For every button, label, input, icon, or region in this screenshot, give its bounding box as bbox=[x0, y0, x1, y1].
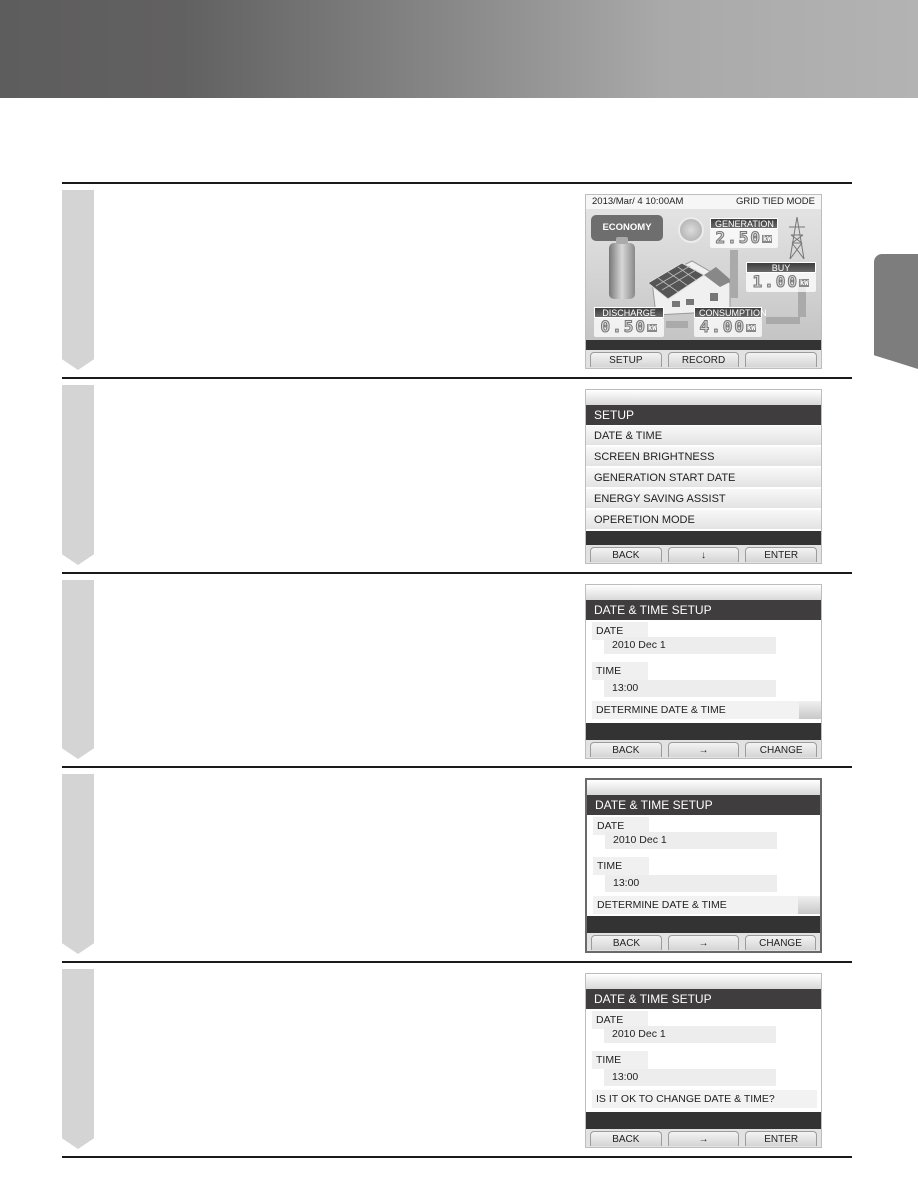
section-divider bbox=[62, 572, 852, 574]
menu-item-date-time[interactable]: DATE & TIME bbox=[586, 426, 821, 446]
consumption-unit: kW bbox=[746, 323, 757, 332]
home-screen: 2013/Mar/ 4 10:00AM GRID TIED MODE ECONO… bbox=[585, 194, 822, 369]
status-bar: 2013/Mar/ 4 10:00AM GRID TIED MODE bbox=[586, 195, 821, 209]
confirm-message: IS IT OK TO CHANGE DATE & TIME? bbox=[592, 1090, 817, 1108]
generation-number: 2.50 bbox=[715, 228, 763, 247]
section-divider bbox=[62, 377, 852, 379]
status-strip bbox=[586, 531, 821, 545]
screen-title: SETUP bbox=[586, 405, 821, 425]
discharge-value: 0.50kW bbox=[594, 317, 664, 337]
generation-unit: kW bbox=[762, 234, 773, 243]
back-softkey[interactable]: BACK bbox=[590, 547, 662, 562]
softkey-bar: BACK → CHANGE bbox=[587, 933, 820, 951]
section-divider bbox=[62, 766, 852, 768]
screen-top-gradient bbox=[586, 390, 821, 405]
menu-item-screen-brightness[interactable]: SCREEN BRIGHTNESS bbox=[586, 447, 821, 467]
buy-value: 1.00kW bbox=[746, 272, 816, 292]
power-tower-icon bbox=[789, 217, 805, 259]
step-marker-2 bbox=[62, 385, 94, 565]
time-field[interactable]: 13:00 bbox=[604, 680, 776, 697]
time-field[interactable]: 13:00 bbox=[605, 875, 777, 892]
status-mode: GRID TIED MODE bbox=[736, 196, 815, 207]
date-time-setup-screen: DATE & TIME SETUP DATE 2010 Dec 1 TIME 1… bbox=[585, 778, 822, 953]
screen-top-gradient bbox=[586, 585, 821, 600]
enter-softkey[interactable]: ENTER bbox=[745, 1131, 818, 1146]
section-divider bbox=[62, 182, 852, 184]
time-label: TIME bbox=[593, 857, 649, 875]
status-strip bbox=[587, 916, 820, 933]
date-time-setup-screen: DATE & TIME SETUP DATE 2010 Dec 1 TIME 1… bbox=[585, 584, 822, 759]
record-softkey[interactable]: RECORD bbox=[667, 352, 740, 367]
screen-top-gradient bbox=[587, 780, 820, 795]
buy-unit: kW bbox=[799, 278, 810, 287]
date-field[interactable]: 2010 Dec 1 bbox=[604, 1026, 776, 1043]
softkey-bar: SETUP RECORD bbox=[586, 350, 821, 368]
discharge-flow-arrow bbox=[666, 321, 688, 328]
setup-menu-screen: SETUP DATE & TIME SCREEN BRIGHTNESS GENE… bbox=[585, 389, 822, 564]
time-field[interactable]: 13:00 bbox=[604, 1069, 776, 1086]
time-label: TIME bbox=[592, 662, 648, 680]
status-strip bbox=[586, 1112, 821, 1129]
consumption-value: 4.00kW bbox=[694, 317, 762, 337]
row-shade bbox=[798, 896, 820, 914]
generation-flow-arrow bbox=[730, 250, 738, 298]
status-strip bbox=[586, 723, 821, 740]
step-marker-5 bbox=[62, 969, 94, 1149]
header-band bbox=[0, 0, 918, 98]
discharge-unit: kW bbox=[647, 323, 658, 332]
time-label: TIME bbox=[592, 1051, 648, 1069]
house-icon bbox=[647, 260, 732, 315]
step-marker-1 bbox=[62, 190, 94, 370]
row-shade bbox=[799, 701, 821, 719]
generation-meter: GENERATION 2.50kW bbox=[710, 218, 778, 248]
consumption-meter: CONSUMPTION 4.00kW bbox=[694, 307, 767, 337]
blank-softkey[interactable] bbox=[745, 352, 818, 367]
change-softkey[interactable]: CHANGE bbox=[745, 742, 818, 757]
generation-value: 2.50kW bbox=[710, 228, 778, 248]
discharge-number: 0.50 bbox=[600, 317, 648, 336]
softkey-bar: BACK → CHANGE bbox=[586, 740, 821, 758]
menu-item-generation-start-date[interactable]: GENERATION START DATE bbox=[586, 468, 821, 488]
date-time-confirm-screen: DATE & TIME SETUP DATE 2010 Dec 1 TIME 1… bbox=[585, 973, 822, 1148]
down-softkey[interactable]: ↓ bbox=[667, 547, 740, 562]
date-field[interactable]: 2010 Dec 1 bbox=[604, 637, 776, 654]
screen-title: DATE & TIME SETUP bbox=[586, 600, 821, 620]
date-field[interactable]: 2010 Dec 1 bbox=[605, 832, 777, 849]
right-softkey[interactable]: → bbox=[668, 935, 739, 950]
softkey-bar: BACK ↓ ENTER bbox=[586, 545, 821, 563]
buy-flow-arrow-horizontal bbox=[766, 317, 800, 324]
back-softkey[interactable]: BACK bbox=[590, 1131, 662, 1146]
back-softkey[interactable]: BACK bbox=[591, 935, 662, 950]
menu-item-energy-saving-assist[interactable]: ENERGY SAVING ASSIST bbox=[586, 489, 821, 509]
buy-number: 1.00 bbox=[752, 272, 800, 291]
step-marker-4 bbox=[62, 774, 94, 954]
screen-title: DATE & TIME SETUP bbox=[586, 989, 821, 1009]
softkey-bar: BACK → ENTER bbox=[586, 1129, 821, 1147]
determine-date-time-action[interactable]: DETERMINE DATE & TIME bbox=[593, 896, 801, 914]
setup-softkey[interactable]: SETUP bbox=[590, 352, 662, 367]
section-divider bbox=[62, 1156, 852, 1158]
consumption-number: 4.00 bbox=[699, 317, 747, 336]
status-datetime: 2013/Mar/ 4 10:00AM bbox=[592, 196, 684, 207]
enter-softkey[interactable]: ENTER bbox=[745, 547, 818, 562]
battery-icon bbox=[609, 237, 635, 299]
buy-meter: BUY 1.00kW bbox=[746, 262, 816, 292]
back-softkey[interactable]: BACK bbox=[590, 742, 662, 757]
menu-item-operation-mode[interactable]: OPERETION MODE bbox=[586, 510, 821, 530]
chapter-side-tab bbox=[874, 254, 918, 369]
step-marker-3 bbox=[62, 580, 94, 759]
determine-date-time-action[interactable]: DETERMINE DATE & TIME bbox=[592, 701, 800, 719]
screen-title: DATE & TIME SETUP bbox=[587, 795, 820, 815]
sun-icon bbox=[678, 217, 704, 243]
screen-top-gradient bbox=[586, 974, 821, 989]
section-divider bbox=[62, 961, 852, 963]
right-softkey[interactable]: → bbox=[667, 1131, 740, 1146]
change-softkey[interactable]: CHANGE bbox=[745, 935, 816, 950]
right-softkey[interactable]: → bbox=[667, 742, 740, 757]
discharge-meter: DISCHARGE 0.50kW bbox=[594, 307, 664, 337]
